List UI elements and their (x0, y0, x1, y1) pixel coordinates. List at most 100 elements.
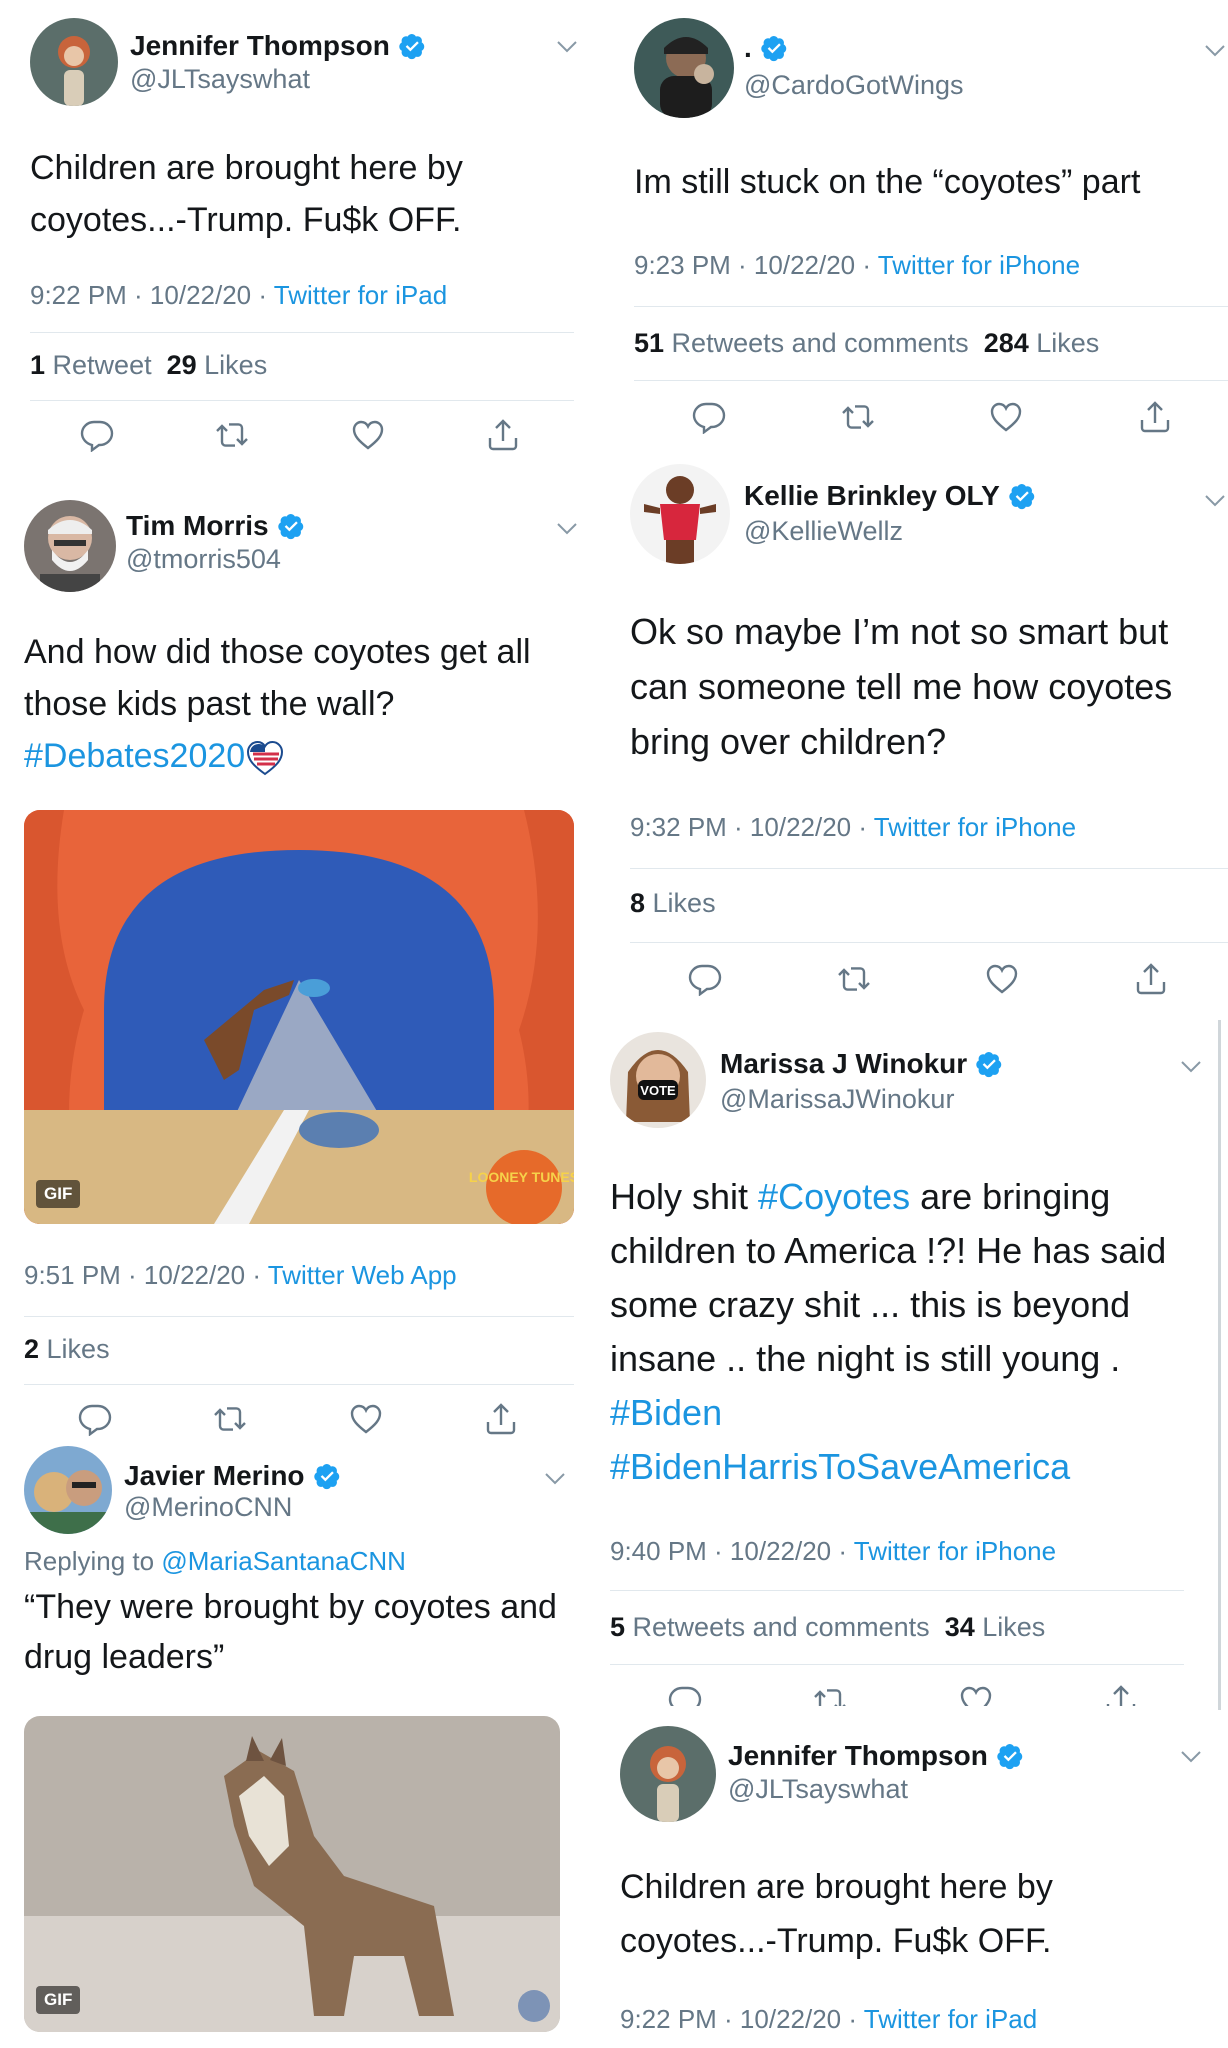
display-name[interactable]: Jennifer Thompson (130, 30, 426, 62)
retweet-icon[interactable] (813, 1684, 847, 1706)
display-name[interactable]: Jennifer Thompson (728, 1740, 1024, 1772)
chevron-down-icon[interactable] (1204, 494, 1226, 508)
user-handle[interactable]: @JLTsayswhat (728, 1774, 908, 1805)
user-handle[interactable]: @tmorris504 (126, 544, 281, 575)
chevron-down-icon[interactable] (544, 1472, 566, 1486)
retweet-icon[interactable] (841, 400, 875, 434)
share-icon[interactable] (1104, 1684, 1138, 1706)
chevron-down-icon[interactable] (556, 522, 578, 536)
tweet-card[interactable]: VOTE Marissa J Winokur @MarissaJWinokur … (580, 1020, 1216, 1706)
user-handle[interactable]: @MerinoCNN (124, 1492, 292, 1523)
reply-icon[interactable] (688, 962, 722, 996)
display-name[interactable]: Tim Morris (126, 510, 305, 542)
tweet-card[interactable]: Javier Merino @MerinoCNN Replying to @Ma… (0, 1446, 590, 2048)
verified-badge-icon (1008, 482, 1036, 510)
gif-media[interactable]: LOONEY TUNES GIF (24, 810, 574, 1224)
source-link[interactable]: Twitter for iPad (274, 280, 447, 310)
tweet-stats[interactable]: 51 Retweets and comments 284 Likes (634, 328, 1099, 359)
replying-to-handle[interactable]: @MariaSantanaCNN (161, 1546, 406, 1576)
like-icon[interactable] (351, 418, 385, 452)
like-icon[interactable] (989, 400, 1023, 434)
tweet-card[interactable]: Jennifer Thompson @JLTsayswhat Children … (590, 1710, 1226, 2048)
chevron-down-icon[interactable] (1204, 44, 1226, 58)
retweet-icon[interactable] (213, 1402, 247, 1436)
user-handle[interactable]: @KellieWellz (744, 516, 903, 547)
gif-badge: GIF (36, 1986, 81, 2014)
display-name-text[interactable]: Javier Merino (124, 1460, 305, 1492)
tweet-card[interactable]: Tim Morris @tmorris504 And how did those… (0, 482, 590, 1446)
tweet-text-line: coyotes...-Trump. Fu$k OFF. (30, 201, 462, 239)
reply-icon[interactable] (668, 1684, 702, 1706)
source-link[interactable]: Twitter for iPhone (874, 812, 1076, 842)
like-icon[interactable] (985, 962, 1019, 996)
reply-icon[interactable] (80, 418, 114, 452)
tweet-text: Holy shit #Coyotes are bringing children… (610, 1170, 1210, 1494)
display-name[interactable]: . (744, 32, 788, 64)
source-link[interactable]: Twitter for iPhone (854, 1536, 1056, 1566)
like-icon[interactable] (349, 1402, 383, 1436)
retweet-icon[interactable] (215, 418, 249, 452)
display-name-text[interactable]: Jennifer Thompson (728, 1740, 988, 1772)
display-name-text[interactable]: . (744, 32, 752, 64)
like-count: 8 (630, 888, 646, 918)
hashtag-link[interactable]: #Debates2020 (24, 737, 245, 775)
hashtag-link[interactable]: #Coyotes (758, 1176, 910, 1217)
hashtag-link[interactable]: #BidenHarrisToSaveAmerica (610, 1440, 1210, 1494)
share-icon[interactable] (1138, 400, 1172, 434)
display-name[interactable]: Kellie Brinkley OLY (744, 480, 1036, 512)
tweet-text-line: insane .. the night is still young . (610, 1338, 1121, 1379)
source-link[interactable]: Twitter for iPad (864, 2004, 1037, 2034)
tweet-card[interactable]: Jennifer Thompson @JLTsayswhat Children … (0, 0, 590, 480)
avatar[interactable] (634, 18, 734, 118)
source-link[interactable]: Twitter for iPhone (878, 250, 1080, 280)
avatar[interactable] (630, 464, 730, 564)
avatar[interactable] (30, 18, 118, 106)
tweet-stats[interactable]: 8 Likes (630, 888, 716, 919)
divider (610, 1664, 1184, 1665)
avatar[interactable] (24, 1446, 112, 1534)
tweet-text-line: Children are brought here by (620, 1868, 1053, 1906)
divider (30, 400, 574, 401)
reply-icon[interactable] (78, 1402, 112, 1436)
chevron-down-icon[interactable] (556, 40, 578, 54)
retweet-icon[interactable] (837, 962, 871, 996)
display-name-text[interactable]: Tim Morris (126, 510, 269, 542)
tweet-text-line: Holy shit #Coyotes are bringing (610, 1170, 1210, 1224)
verified-badge-icon (277, 512, 305, 540)
share-icon[interactable] (484, 1402, 518, 1436)
tweet-stats[interactable]: 5 Retweets and comments 34 Likes (610, 1612, 1045, 1643)
tweet-timestamp: 9:22 PM · 10/22/20 · Twitter for iPad (620, 2004, 1037, 2035)
retweet-label: Retweet (45, 350, 152, 380)
tweet-timestamp: 9:23 PM · 10/22/20 · Twitter for iPhone (634, 250, 1080, 281)
display-name[interactable]: Javier Merino (124, 1460, 341, 1492)
tweet-card[interactable]: Kellie Brinkley OLY @KellieWellz Ok so m… (600, 452, 1228, 1014)
avatar[interactable] (620, 1726, 716, 1822)
divider (634, 306, 1228, 307)
display-name-text[interactable]: Jennifer Thompson (130, 30, 390, 62)
avatar[interactable] (24, 500, 116, 592)
replying-to-prefix: Replying to (24, 1546, 162, 1576)
like-icon[interactable] (959, 1684, 993, 1706)
chevron-down-icon[interactable] (1180, 1060, 1202, 1074)
tweet-card[interactable]: . @CardoGotWings Im still stuck on the “… (600, 0, 1228, 450)
avatar[interactable]: VOTE (610, 1032, 706, 1128)
timestamp-text: 9:22 PM · 10/22/20 · (30, 280, 274, 310)
tweet-text-line: And how did those coyotes get all (24, 633, 531, 671)
tweet-stats[interactable]: 1 Retweet 29 Likes (30, 350, 267, 381)
display-name-text[interactable]: Marissa J Winokur (720, 1048, 967, 1080)
like-label: Likes (1028, 328, 1100, 358)
gif-media[interactable]: GIF (24, 1716, 560, 2032)
tweet-stats[interactable]: 2 Likes (24, 1334, 110, 1365)
share-icon[interactable] (486, 418, 520, 452)
share-icon[interactable] (1134, 962, 1168, 996)
user-handle[interactable]: @CardoGotWings (744, 70, 963, 101)
reply-icon[interactable] (692, 400, 726, 434)
user-handle[interactable]: @JLTsayswhat (130, 64, 310, 95)
chevron-down-icon[interactable] (1180, 1750, 1202, 1764)
display-name-text[interactable]: Kellie Brinkley OLY (744, 480, 1000, 512)
display-name[interactable]: Marissa J Winokur (720, 1048, 1003, 1080)
source-link[interactable]: Twitter Web App (268, 1260, 457, 1290)
tweet-text-line: Children are brought here by (30, 149, 463, 187)
user-handle[interactable]: @MarissaJWinokur (720, 1084, 954, 1115)
hashtag-link[interactable]: #Biden (610, 1386, 1210, 1440)
